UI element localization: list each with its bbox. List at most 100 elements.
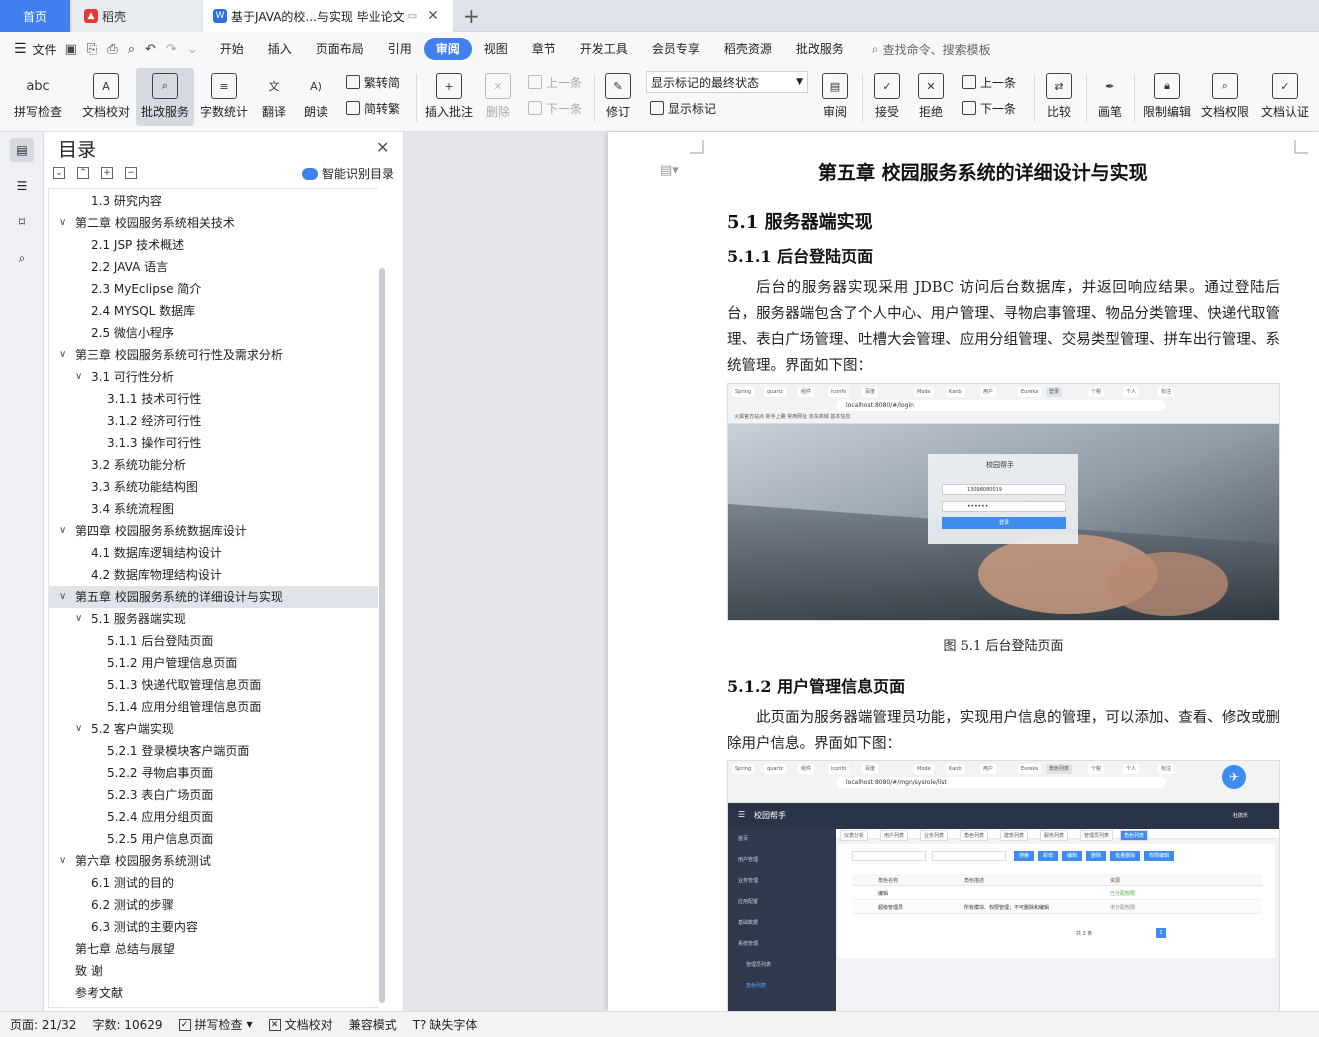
- paragraph-options-icon[interactable]: ▤▾: [660, 163, 679, 178]
- undo-icon[interactable]: ↶: [145, 42, 156, 57]
- missing-font-button[interactable]: T? 缺失字体: [413, 1016, 478, 1033]
- correction-service-button[interactable]: ⌕ 批改服务: [136, 68, 194, 126]
- toc-item[interactable]: 5.2.3 表白广场页面: [49, 784, 378, 806]
- chevron-down-icon[interactable]: ∨: [59, 520, 66, 542]
- toc-item[interactable]: 1.3 研究内容: [49, 190, 378, 212]
- toc-item[interactable]: 5.1.3 快递代取管理信息页面: [49, 674, 378, 696]
- tab-home[interactable]: 首页: [0, 0, 70, 32]
- toc-item[interactable]: 2.4 MYSQL 数据库: [49, 300, 378, 322]
- menu-item-10[interactable]: 批改服务: [784, 38, 856, 60]
- toc-item[interactable]: 6.3 测试的主要内容: [49, 916, 378, 938]
- delete-comment-button[interactable]: ✕ 删除: [480, 68, 516, 126]
- menu-item-9[interactable]: 稻壳资源: [712, 38, 784, 60]
- toc-item[interactable]: 4.2 数据库物理结构设计: [49, 564, 378, 586]
- toc-pane-icon[interactable]: ▤: [10, 138, 34, 162]
- toc-item[interactable]: 5.2.5 用户信息页面: [49, 828, 378, 850]
- toc-item[interactable]: 3.1.2 经济可行性: [49, 410, 378, 432]
- smart-toc-button[interactable]: 智能识别目录: [302, 165, 394, 182]
- toc-item[interactable]: ∨ 5.2 客户端实现: [49, 718, 378, 740]
- pen-button[interactable]: ✒ 画笔: [1092, 68, 1128, 126]
- read-aloud-button[interactable]: A) 朗读: [298, 68, 334, 126]
- doc-certify-button[interactable]: ✓ 文档认证: [1256, 68, 1314, 126]
- show-markup-button[interactable]: 显示标记: [650, 98, 716, 118]
- chapter-nav-icon[interactable]: ☰: [10, 174, 34, 198]
- toc-item[interactable]: 5.2.4 应用分组页面: [49, 806, 378, 828]
- menu-item-6[interactable]: 章节: [520, 38, 568, 60]
- screen-icon[interactable]: ▭: [408, 11, 417, 22]
- chevron-down-icon[interactable]: ∨: [59, 586, 66, 608]
- toc-item[interactable]: 2.3 MyEclipse 简介: [49, 278, 378, 300]
- toc-item[interactable]: 2.2 JAVA 语言: [49, 256, 378, 278]
- toc-item[interactable]: 5.2.1 登录模块客户端页面: [49, 740, 378, 762]
- chevron-down-icon[interactable]: ∨: [75, 718, 82, 740]
- expand-all-icon[interactable]: ⌃: [77, 167, 89, 179]
- toc-item[interactable]: 6.1 测试的目的: [49, 872, 378, 894]
- menu-item-3[interactable]: 引用: [376, 38, 424, 60]
- redo-icon[interactable]: ↷: [166, 42, 177, 57]
- spell-check-button[interactable]: abc 拼写检查: [8, 68, 68, 126]
- toc-item[interactable]: 致 谢: [49, 960, 378, 982]
- toc-item[interactable]: 2.1 JSP 技术概述: [49, 234, 378, 256]
- track-changes-button[interactable]: ✎ 修订: [600, 68, 636, 126]
- toc-item[interactable]: 3.3 系统功能结构图: [49, 476, 378, 498]
- toc-item[interactable]: 4.1 数据库逻辑结构设计: [49, 542, 378, 564]
- chevron-down-icon[interactable]: ∨: [75, 608, 82, 630]
- menu-item-2[interactable]: 页面布局: [304, 38, 376, 60]
- chevron-down-icon[interactable]: ∨: [59, 344, 66, 366]
- file-menu[interactable]: ☰ 文件: [14, 41, 57, 58]
- toc-item[interactable]: ∨ 第四章 校园服务系统数据库设计: [49, 520, 378, 542]
- doc-check-button[interactable]: A 文档校对: [76, 68, 136, 126]
- tab-daoke[interactable]: ▲ 稻壳: [72, 0, 202, 32]
- page-indicator[interactable]: 页面: 21/32: [10, 1016, 76, 1033]
- remove-heading-icon[interactable]: −: [125, 167, 137, 179]
- menu-item-8[interactable]: 会员专享: [640, 38, 712, 60]
- translate-button[interactable]: 文翻译: [254, 68, 294, 126]
- toc-item[interactable]: ∨ 第五章 校园服务系统的详细设计与实现: [49, 586, 378, 608]
- new-tab-icon[interactable]: +: [463, 4, 480, 28]
- find-icon[interactable]: ⌕: [10, 246, 34, 270]
- toc-item[interactable]: ∨ 第二章 校园服务系统相关技术: [49, 212, 378, 234]
- preview-icon[interactable]: ⌕: [128, 42, 135, 57]
- toc-item[interactable]: ∨ 3.1 可行性分析: [49, 366, 378, 388]
- menu-item-1[interactable]: 插入: [256, 38, 304, 60]
- toc-item[interactable]: 3.4 系统流程图: [49, 498, 378, 520]
- toc-item[interactable]: 3.1.3 操作可行性: [49, 432, 378, 454]
- toc-item[interactable]: ∨ 第三章 校园服务系统可行性及需求分析: [49, 344, 378, 366]
- doc-check-toggle[interactable]: ✕ 文档校对: [268, 1016, 333, 1033]
- markup-state-select[interactable]: 显示标记的最终状态 ▼: [646, 71, 808, 93]
- collapse-all-icon[interactable]: ⌄: [53, 167, 65, 179]
- toc-item[interactable]: 5.1.2 用户管理信息页面: [49, 652, 378, 674]
- menu-item-0[interactable]: 开始: [208, 38, 256, 60]
- trad-to-simp-button[interactable]: 繁转简: [346, 72, 400, 92]
- restrict-edit-button[interactable]: 🔒︎ 限制编辑: [1140, 68, 1194, 126]
- chevron-down-icon[interactable]: ∨: [59, 212, 66, 234]
- close-icon[interactable]: ✕: [376, 138, 389, 157]
- next-change-button[interactable]: 下一条: [962, 98, 1016, 118]
- next-comment-button[interactable]: 下一条: [528, 98, 582, 118]
- accept-button[interactable]: ✓ 接受: [868, 68, 906, 126]
- toc-item[interactable]: ∨ 5.1 服务器端实现: [49, 608, 378, 630]
- chevron-down-icon[interactable]: ∨: [59, 850, 66, 872]
- toc-item[interactable]: 5.2.2 寻物启事页面: [49, 762, 378, 784]
- more-icon[interactable]: ⌄: [187, 42, 198, 57]
- toc-item[interactable]: 5.1.1 后台登陆页面: [49, 630, 378, 652]
- prev-comment-button[interactable]: 上一条: [528, 72, 582, 92]
- toc-item[interactable]: 3.1.1 技术可行性: [49, 388, 378, 410]
- command-search[interactable]: ⌕ 查找命令、搜索模板: [872, 41, 991, 58]
- word-count-button[interactable]: ≡ 字数统计: [197, 68, 251, 126]
- tab-document[interactable]: W 基于JAVA的校...与实现 毕业论文 ▭ ✕: [203, 0, 453, 32]
- reject-button[interactable]: ✕ 拒绝: [912, 68, 950, 126]
- toc-item[interactable]: 参考文献: [49, 982, 378, 1004]
- simp-to-trad-button[interactable]: 简转繁: [346, 98, 400, 118]
- toc-item[interactable]: 2.5 微信小程序: [49, 322, 378, 344]
- toc-item[interactable]: 3.2 系统功能分析: [49, 454, 378, 476]
- compare-button[interactable]: ⇄ 比较: [1040, 68, 1078, 126]
- prev-change-button[interactable]: 上一条: [962, 72, 1016, 92]
- word-count[interactable]: 字数: 10629: [92, 1016, 162, 1033]
- doc-rights-button[interactable]: ⌕ 文档权限: [1198, 68, 1252, 126]
- insert-comment-button[interactable]: + 插入批注: [422, 68, 476, 126]
- save-icon[interactable]: ▣: [65, 42, 77, 57]
- toc-item[interactable]: 5.1.4 应用分组管理信息页面: [49, 696, 378, 718]
- review-pane-button[interactable]: ▤ 审阅: [816, 68, 854, 126]
- menu-item-4[interactable]: 审阅: [423, 38, 472, 60]
